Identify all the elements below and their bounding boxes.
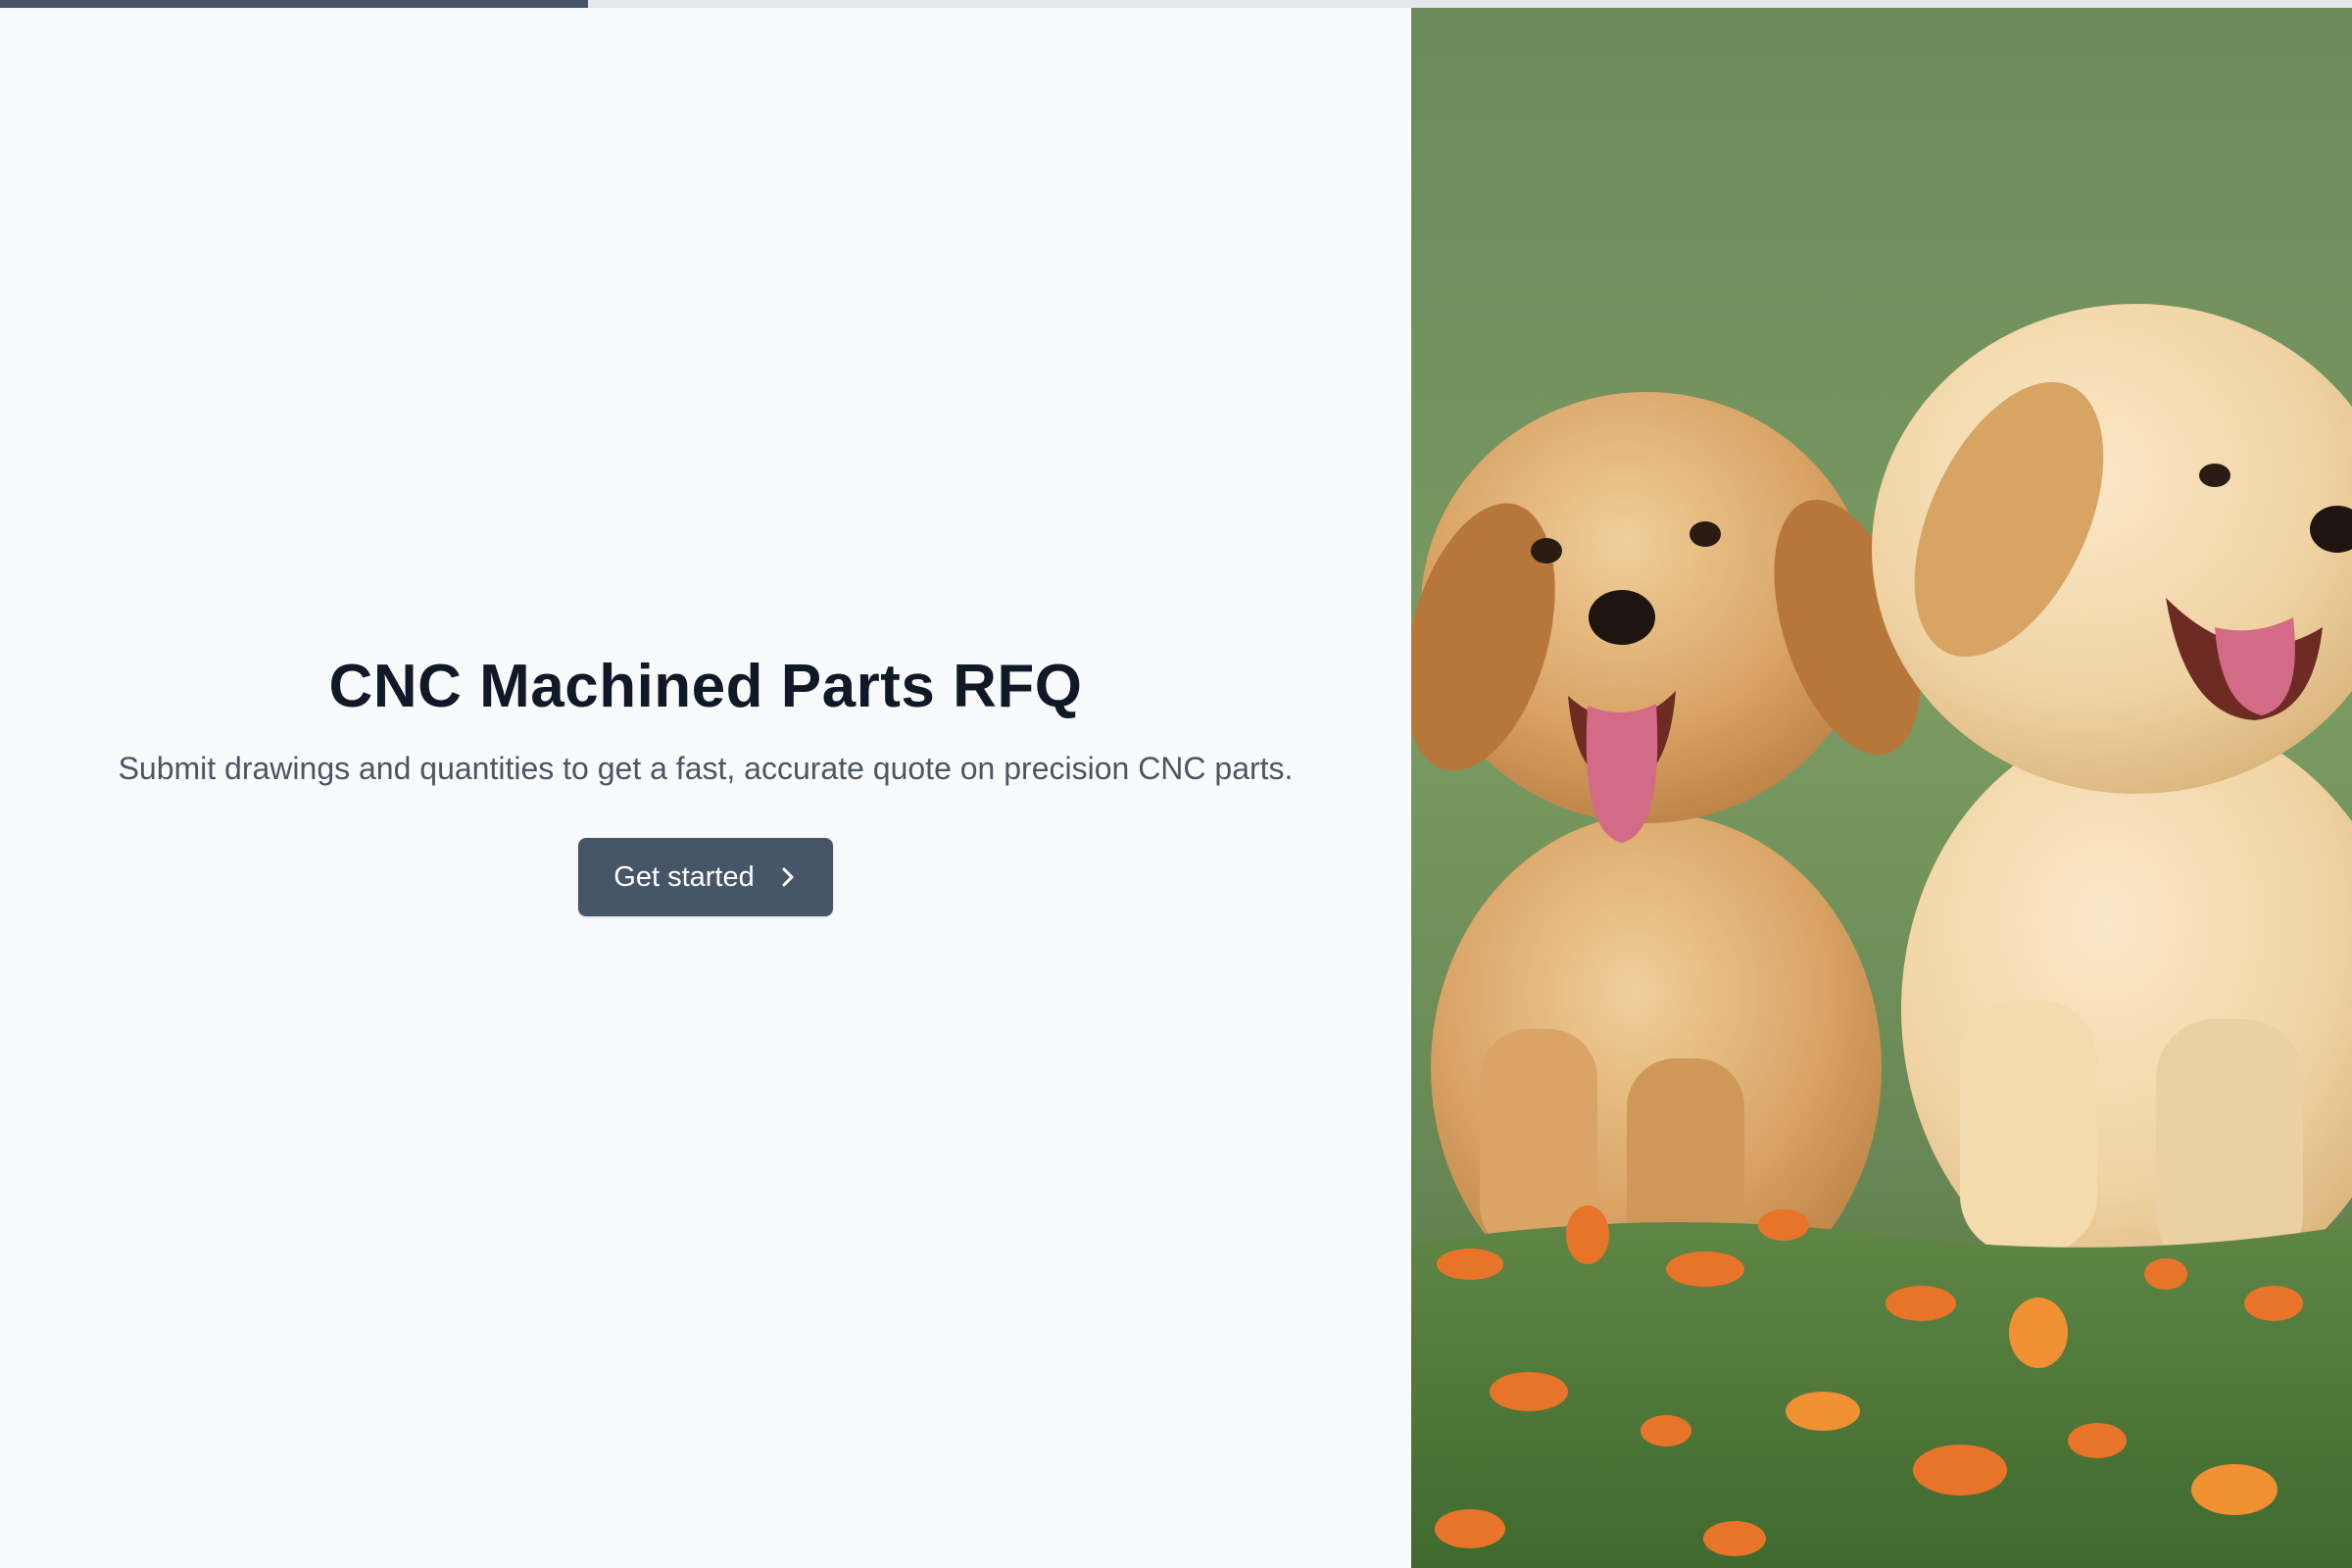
progress-bar [0,0,2352,8]
puppies-photo [1411,0,2352,1568]
progress-bar-fill [0,0,588,8]
get-started-button[interactable]: Get started [578,838,833,916]
page-subtitle: Submit drawings and quantities to get a … [118,751,1294,786]
hero-section: CNC Machined Parts RFQ Submit drawings a… [0,0,1411,1568]
hero-image [1411,0,2352,1568]
chevron-right-icon [778,865,798,889]
get-started-label: Get started [613,860,755,893]
page-title: CNC Machined Parts RFQ [328,653,1083,720]
page-layout: CNC Machined Parts RFQ Submit drawings a… [0,0,2352,1568]
